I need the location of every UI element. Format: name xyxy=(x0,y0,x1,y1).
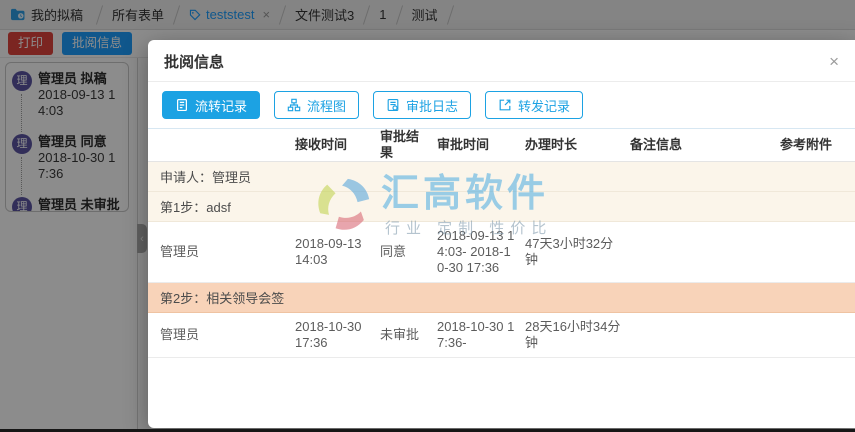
record-cell: 2018-10-30 17:36 xyxy=(295,319,362,350)
modal-tab[interactable]: 转发记录 xyxy=(485,91,584,119)
record-cell: 2018-09-13 14:03- 2018-10-30 17:36 xyxy=(437,228,515,275)
modal-title: 批阅信息 xyxy=(164,54,225,71)
modal-tab-label: 转发记录 xyxy=(518,98,571,114)
record-cell: 未审批 xyxy=(380,327,420,342)
review-info-modal: 批阅信息 × 流转记录 流程图 审批日志 转发记录 接收时间 审批结果 审批时间 办理时长 备… xyxy=(148,40,855,428)
log-icon xyxy=(386,98,400,112)
header-cell: 参考附件 xyxy=(780,137,833,152)
modal-tab[interactable]: 审批日志 xyxy=(373,91,472,119)
modal-header: 批阅信息 × xyxy=(148,40,855,82)
record-table: 接收时间 审批结果 审批时间 办理时长 备注信息 参考附件 申请人：管理员 第1步：adsf… xyxy=(148,128,855,358)
record-table-body: 申请人：管理员 第1步：adsf 管理员 2018-09-13 14:03 同意 2018… xyxy=(148,162,855,358)
table-header-row: 接收时间 审批结果 审批时间 办理时长 备注信息 参考附件 xyxy=(148,129,855,162)
record-cell: 同意 xyxy=(380,244,407,259)
header-cell: 办理时长 xyxy=(525,137,578,152)
header-cell: 审批时间 xyxy=(437,137,490,152)
record-icon xyxy=(175,98,189,112)
header-cell: 接收时间 xyxy=(295,137,348,152)
record-cell: 47天3小时32分钟 xyxy=(525,236,614,267)
flowchart-icon xyxy=(287,98,301,112)
forward-icon xyxy=(498,98,512,112)
header-cell: 备注信息 xyxy=(630,137,683,152)
record-cell: 管理员 xyxy=(160,327,200,342)
record-cell: 28天16小时34分钟 xyxy=(525,319,621,350)
modal-tab-label: 流转记录 xyxy=(195,98,248,114)
modal-tab[interactable]: 流转记录 xyxy=(162,91,261,119)
modal-tab[interactable]: 流程图 xyxy=(274,91,360,119)
section-row: 第1步：adsf xyxy=(148,192,855,222)
record-row: 管理员 2018-09-13 14:03 同意 2018-09-13 14:03- 2… xyxy=(148,222,855,283)
record-cell: 管理员 xyxy=(160,244,200,259)
record-row: 管理员 2018-10-30 17:36 未审批 2018-10-30 17:36- 2… xyxy=(148,313,855,358)
header-cell: 审批结果 xyxy=(380,129,420,160)
record-cell: 2018-09-13 14:03 xyxy=(295,236,362,267)
modal-tab-label: 审批日志 xyxy=(406,98,459,114)
close-icon[interactable]: × xyxy=(829,53,839,70)
section-row: 第2步：相关领导会签 xyxy=(148,283,855,313)
modal-tab-label: 流程图 xyxy=(307,98,347,114)
section-row: 申请人：管理员 xyxy=(148,162,855,192)
modal-tab-list: 流转记录 流程图 审批日志 转发记录 xyxy=(148,82,855,128)
record-cell: 2018-10-30 17:36- xyxy=(437,319,515,350)
